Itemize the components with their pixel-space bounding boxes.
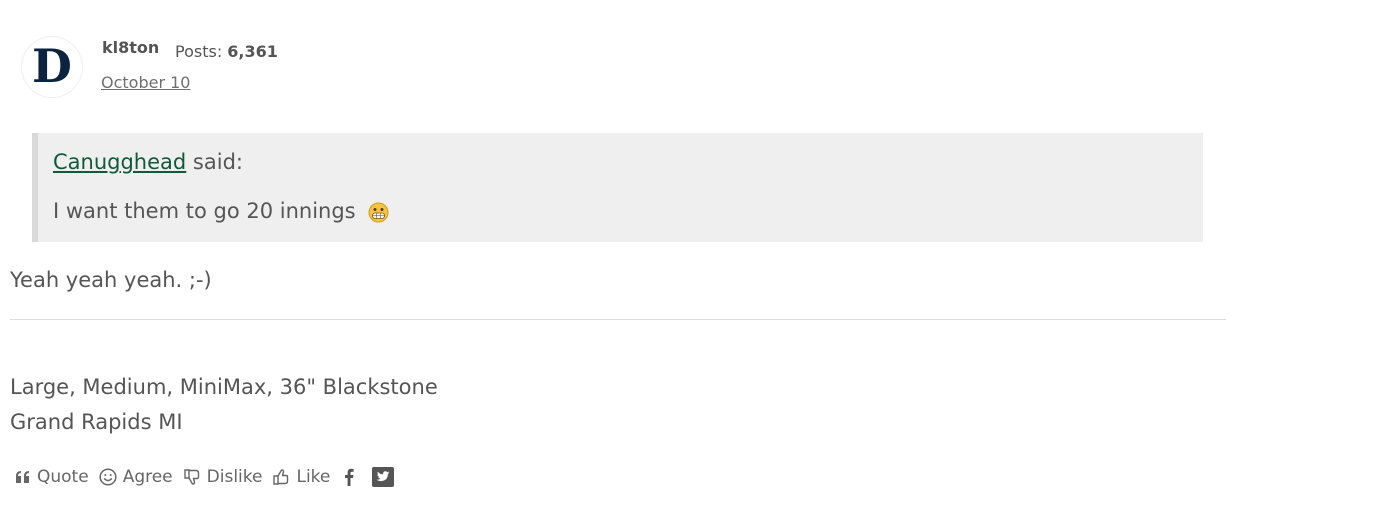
quote-label: Quote	[37, 467, 89, 487]
smile-icon	[99, 468, 117, 486]
signature: Large, Medium, MiniMax, 36" Blackstone G…	[10, 370, 438, 440]
quote-icon	[16, 471, 29, 483]
facebook-share-button[interactable]	[344, 468, 354, 486]
dislike-label: Dislike	[206, 467, 263, 487]
dislike-button[interactable]: Dislike	[183, 467, 263, 487]
quote-body: I want them to go 20 innings	[53, 199, 356, 223]
author-name[interactable]: kl8ton	[102, 38, 159, 57]
forum-post: D kl8ton Posts: 6,361 October 10 Canuggh…	[0, 0, 1391, 505]
thumbs-down-icon	[183, 469, 199, 485]
quote-block: Canugghead said: I want them to go 20 in…	[32, 133, 1203, 242]
posts-label: Posts:	[175, 42, 223, 61]
like-label: Like	[296, 467, 331, 487]
twitter-share-button[interactable]	[372, 467, 395, 487]
signature-line-1: Large, Medium, MiniMax, 36" Blackstone	[10, 375, 438, 399]
post-date-link[interactable]: October 10	[101, 73, 190, 92]
facebook-icon	[345, 468, 354, 486]
like-button[interactable]: Like	[272, 467, 330, 487]
agree-label: Agree	[122, 467, 173, 487]
avatar[interactable]: D	[21, 36, 83, 98]
post-body: Yeah yeah yeah. ;-)	[10, 268, 212, 292]
agree-button[interactable]: Agree	[99, 467, 173, 487]
signature-divider	[10, 319, 1226, 320]
posts-stat: Posts: 6,361	[175, 42, 278, 61]
quote-button[interactable]: Quote	[15, 467, 89, 487]
quote-said-label: said:	[186, 150, 243, 174]
grimace-emoji-icon	[368, 202, 389, 222]
thumbs-up-icon	[273, 469, 289, 485]
tigers-d-logo: D	[32, 39, 72, 93]
post-actions: Quote Agree Dislike Like	[15, 467, 408, 487]
quote-author-link[interactable]: Canugghead	[53, 150, 186, 174]
posts-count: 6,361	[227, 42, 278, 61]
signature-line-2: Grand Rapids MI	[10, 410, 183, 434]
twitter-icon	[372, 467, 395, 487]
quote-text: I want them to go 20 innings	[53, 199, 389, 223]
quote-header: Canugghead said:	[53, 150, 243, 174]
